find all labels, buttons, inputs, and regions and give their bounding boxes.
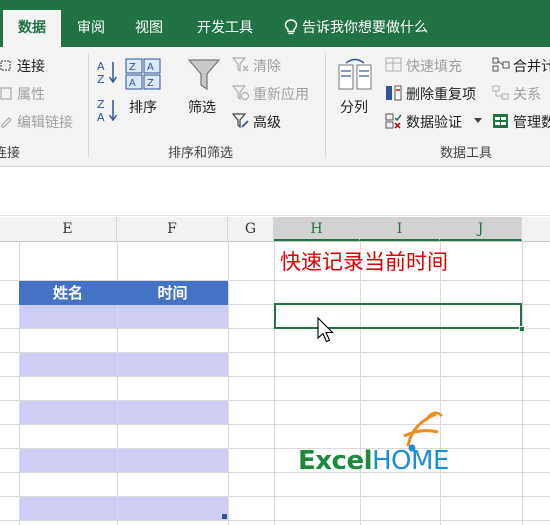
column-header-h[interactable]: H [274, 217, 360, 241]
filter-button[interactable]: 筛选 [188, 97, 216, 117]
mouse-cursor-icon [317, 317, 334, 343]
remove-duplicates-button[interactable]: 删除重复项 [406, 84, 476, 104]
tab-review[interactable]: 审阅 [64, 10, 118, 47]
reapply-button[interactable]: 重新应用 [253, 84, 309, 104]
selected-range[interactable] [274, 303, 522, 329]
advanced-filter-icon [232, 113, 249, 129]
svg-text:A: A [129, 78, 136, 89]
gridline [0, 520, 550, 521]
logo-text: ExcelHOME [298, 446, 449, 476]
sort-button[interactable]: 排序 [129, 97, 157, 117]
caption-text: 快速记录当前时间 [280, 250, 448, 274]
tell-me-box[interactable]: 告诉我你想要做什么 [284, 10, 428, 47]
column-header-i[interactable]: I [360, 217, 440, 241]
table-header-row: 姓名 时间 [19, 281, 228, 305]
ribbon: 连接 属性 编辑链接 连接 A Z Z A Z A A Z 排序 筛选 清除 重… [0, 47, 550, 167]
excelhome-logo: ExcelHOME [298, 408, 488, 488]
connections-icon [0, 60, 11, 71]
clear-filter-button[interactable]: 清除 [253, 56, 281, 76]
properties-button[interactable]: 属性 [17, 84, 45, 104]
remove-duplicates-icon [386, 85, 402, 101]
consolidate-button[interactable]: 合并计 [513, 56, 550, 76]
reapply-icon [232, 85, 250, 101]
svg-text:Z: Z [97, 73, 105, 85]
gridline [0, 496, 550, 497]
tell-me-text: 告诉我你想要做什么 [302, 20, 428, 36]
tab-view[interactable]: 视图 [122, 10, 176, 47]
connections-group-label: 连接 [0, 146, 21, 161]
svg-text:Z: Z [97, 98, 105, 111]
flash-fill-icon [385, 57, 402, 72]
consolidate-icon [492, 57, 510, 72]
svg-text:Z: Z [147, 78, 154, 89]
table-row[interactable] [19, 449, 228, 473]
worksheet-grid[interactable]: 姓名 时间 快速记录当前时间 ExcelHOME [0, 242, 550, 525]
svg-text:A: A [97, 60, 105, 73]
sort-filter-group-label: 排序和筛选 [168, 146, 234, 161]
table-row[interactable] [19, 497, 228, 521]
formula-gap [0, 168, 550, 216]
group-separator [325, 53, 326, 157]
chevron-down-icon[interactable] [474, 118, 482, 124]
data-model-icon [493, 114, 508, 128]
gridline [274, 242, 275, 525]
tab-developer[interactable]: 开发工具 [183, 10, 267, 47]
column-header-j[interactable]: J [440, 217, 522, 241]
table-row[interactable] [19, 401, 228, 425]
connections-button[interactable]: 连接 [17, 56, 45, 76]
column-header-f[interactable]: F [117, 217, 228, 241]
table-resize-handle[interactable] [222, 514, 227, 519]
sort-icon[interactable]: Z A A Z [125, 58, 161, 90]
clear-filter-icon [232, 57, 249, 73]
lightbulb-icon [284, 19, 298, 35]
column-header-g[interactable]: G [228, 217, 274, 241]
edit-links-icon [1, 117, 12, 128]
table-row[interactable] [19, 305, 228, 329]
column-header-e[interactable]: E [19, 217, 117, 241]
ribbon-tab-bar: 数据 审阅 视图 开发工具 告诉我你想要做什么 [0, 0, 550, 47]
svg-text:A: A [97, 111, 105, 123]
table-header-name[interactable]: 姓名 [19, 281, 117, 305]
data-validation-button[interactable]: 数据验证 [406, 112, 462, 132]
manage-data-model-button[interactable]: 管理数 [513, 112, 550, 132]
gridline [228, 242, 229, 525]
advanced-filter-button[interactable]: 高级 [253, 112, 281, 132]
data-validation-icon [385, 113, 402, 129]
column-header-row: E F G H I J [0, 217, 550, 242]
fill-handle[interactable] [519, 326, 525, 332]
data-tools-group-label: 数据工具 [440, 146, 493, 161]
edit-links-button[interactable]: 编辑链接 [17, 112, 73, 132]
tab-data[interactable]: 数据 [3, 10, 61, 47]
relationships-icon [492, 85, 509, 100]
text-to-columns-button[interactable]: 分列 [340, 97, 368, 117]
svg-text:Z: Z [129, 62, 136, 73]
group-separator [88, 53, 89, 157]
gridline [0, 352, 550, 353]
text-to-columns-icon[interactable] [336, 57, 374, 93]
flash-fill-button[interactable]: 快速填充 [406, 56, 462, 76]
svg-text:A: A [147, 62, 154, 73]
properties-icon [0, 87, 12, 100]
table-row[interactable] [19, 353, 228, 377]
gridline [0, 376, 550, 377]
gridline [522, 242, 523, 525]
sort-descending-icon[interactable]: Z A [96, 97, 118, 123]
relationships-button[interactable]: 关系 [513, 84, 541, 104]
gridline [0, 400, 550, 401]
table-header-time[interactable]: 时间 [117, 281, 228, 305]
filter-funnel-icon[interactable] [187, 57, 221, 93]
sort-ascending-icon[interactable]: A Z [96, 59, 118, 85]
